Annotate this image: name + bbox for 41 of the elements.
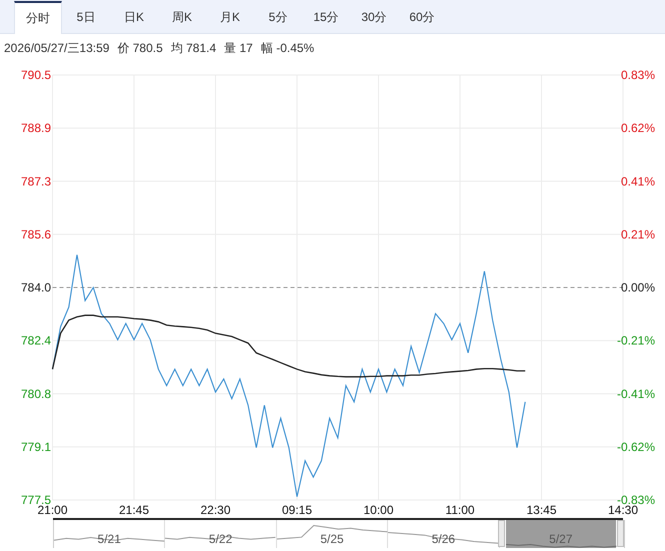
percent-axis-label: 0.00%	[620, 280, 655, 294]
quote-info: 2026/05/27/三13:59	[4, 40, 110, 57]
tab[interactable]: 5分	[254, 1, 302, 33]
price-axis-label: 782.4	[21, 334, 52, 348]
price-axis-label: 780.8	[21, 386, 52, 401]
time-axis-label: 21:45	[118, 503, 150, 517]
percent-axis-label: -0.41%	[616, 386, 655, 401]
price-axis-label: 784.0	[21, 280, 52, 294]
tab[interactable]: 15分	[302, 1, 350, 33]
percent-axis-label: 0.21%	[620, 227, 655, 242]
tab[interactable]: 分时	[14, 1, 62, 34]
quote-info: 价 780.5	[117, 40, 163, 57]
time-axis-label: 09:15	[282, 503, 312, 517]
percent-axis-label: 0.41%	[620, 174, 655, 188]
time-axis-label: 22:30	[200, 503, 231, 517]
price-axis-label: 790.5	[21, 68, 52, 82]
percent-axis-label: 0.62%	[620, 121, 655, 136]
price-axis-label: 779.1	[21, 440, 52, 454]
tab[interactable]: 周K	[158, 1, 206, 33]
percent-axis-label: -0.21%	[616, 334, 655, 348]
quote-info: 量 17	[224, 40, 253, 57]
range-handle[interactable]	[617, 520, 624, 547]
tab[interactable]: 5日	[62, 1, 110, 33]
quote-info: 均 781.4	[170, 40, 216, 57]
price-axis-label: 788.9	[21, 121, 52, 136]
price-axis-label: 787.3	[21, 174, 52, 188]
price-axis-label: 785.6	[21, 227, 52, 242]
time-axis-label: 13:45	[526, 503, 557, 517]
day-label: 5/27	[549, 532, 572, 548]
quote-info: 幅 -0.45%	[260, 40, 314, 57]
tab[interactable]: 日K	[110, 1, 158, 33]
time-axis-label: 11:00	[445, 503, 475, 517]
tab[interactable]: 30分	[350, 1, 398, 33]
percent-axis-label: 0.83%	[620, 68, 655, 82]
day-label: 5/25	[320, 532, 344, 548]
tab[interactable]: 60分	[398, 1, 446, 33]
time-axis-label: 10:00	[363, 503, 394, 517]
tab[interactable]: 月K	[206, 1, 254, 33]
percent-axis-label: -0.62%	[616, 440, 655, 454]
navigator-day[interactable]: 5/25	[276, 520, 388, 548]
range-handle[interactable]	[498, 520, 505, 547]
